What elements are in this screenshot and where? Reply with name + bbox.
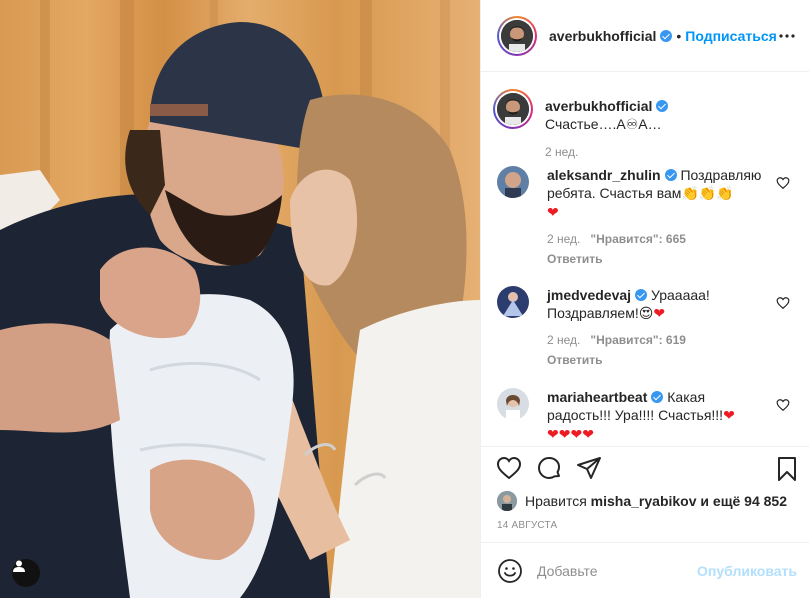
like-comment-heart-icon[interactable] [776,398,790,412]
liker-username[interactable]: misha_ryabikov [591,493,697,509]
caption-avatar[interactable] [493,89,533,129]
caption: averbukhofficial Счастье….А♾А… 2 нед. [481,89,809,161]
comment-composer: Опубликовать [481,542,809,598]
post-side-panel: averbukhofficial • Подписаться averbukho… [480,0,809,598]
likes-prefix: Нравится [525,493,587,509]
comment-inline-heart: ❤ [723,408,735,424]
smiley-icon[interactable] [497,558,523,584]
author-username[interactable]: averbukhofficial [549,28,656,44]
comment-input[interactable] [537,562,697,579]
comment-icon[interactable] [535,454,563,482]
caption-username[interactable]: averbukhofficial [545,98,652,114]
comment-item: mariaheartbeat Какая радость!!! Ура!!!! … [481,388,809,444]
comment-likes-count[interactable]: "Нравится": 619 [590,333,686,347]
user-icon [13,560,25,572]
likes-summary: Нравится misha_ryabikov и ещё 94 852 [481,488,809,514]
commenter-username[interactable]: aleksandr_zhulin [547,167,661,183]
photo-illustration [0,0,480,598]
comment-item: aleksandr_zhulin Поздравляю ребята. Счас… [481,166,809,268]
verified-badge-icon [656,100,669,112]
comment-emoji: 😍 [638,306,654,322]
like-comment-heart-icon[interactable] [776,176,790,190]
post-actions-bar [481,446,809,488]
author-avatar[interactable] [497,15,537,56]
comment-emoji: 👏👏👏 [681,186,734,202]
like-comment-heart-icon[interactable] [776,296,790,310]
separator-dot: • [676,27,682,44]
commenter-username[interactable]: jmedvedevaj [547,287,631,303]
more-dots-icon[interactable] [775,24,799,48]
bookmark-icon[interactable] [773,455,801,483]
follow-button[interactable]: Подписаться [685,28,777,44]
tagged-users-button[interactable] [12,559,40,587]
comment-time[interactable]: 2 нед. [547,333,580,347]
verified-badge-icon [635,289,648,301]
instagram-post-modal: averbukhofficial • Подписаться averbukho… [0,0,809,598]
post-header: averbukhofficial • Подписаться [481,0,809,72]
heart-icon[interactable] [495,454,523,482]
comment-hearts: ❤ [653,306,666,322]
reply-button[interactable]: Ответить [547,351,769,369]
paper-plane-icon[interactable] [575,454,603,482]
publish-button[interactable]: Опубликовать [697,563,797,579]
likes-count[interactable]: и ещё 94 852 [700,493,787,509]
comment-item: jmedvedevaj Урааааа! Поздравляем!😍❤ 2 не… [481,286,809,369]
commenter-avatar[interactable] [497,388,529,420]
comments-list[interactable]: averbukhofficial Счастье….А♾А… 2 нед. al… [481,72,809,446]
caption-text: Счастье….А♾А… [545,116,662,132]
verified-badge-icon [651,391,664,403]
comment-time[interactable]: 2 нед. [547,232,580,246]
commenter-username[interactable]: mariaheartbeat [547,389,647,405]
post-photo[interactable] [0,0,480,598]
verified-badge-icon [664,169,677,181]
liker-avatar[interactable] [497,491,517,511]
commenter-avatar[interactable] [497,166,529,198]
post-date[interactable]: 14 АВГУСТА [481,514,809,542]
verified-badge-icon [660,29,673,42]
reply-button[interactable]: Ответить [547,250,769,268]
commenter-avatar[interactable] [497,286,529,318]
caption-time[interactable]: 2 нед. [545,143,767,161]
comment-hearts: ❤❤❤❤ [547,427,594,443]
comment-hearts: ❤ [547,205,559,221]
comment-likes-count[interactable]: "Нравится": 665 [590,232,686,246]
